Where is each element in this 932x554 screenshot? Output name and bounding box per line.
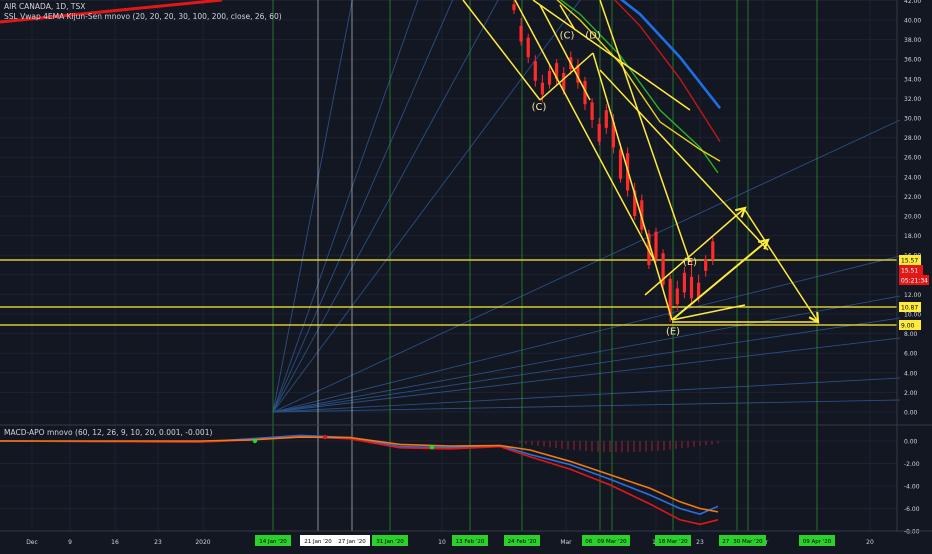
date-tag-label: 30 Mar '20 xyxy=(733,539,763,545)
price-axis-tick-label: 32.00 xyxy=(904,96,921,103)
candle-body xyxy=(682,272,686,293)
price-axis-tick-label: 40.00 xyxy=(904,18,921,25)
time-axis-tick-label: 20 xyxy=(866,539,874,546)
macd-cross-marker xyxy=(252,438,258,444)
date-tag-label: 13 Feb '20 xyxy=(456,539,485,545)
candle-body xyxy=(604,110,608,128)
candle-body xyxy=(704,259,708,271)
macd-axis-tick-label: -8.00 xyxy=(904,529,920,536)
macd-axis-tick-label: -6.00 xyxy=(904,506,920,513)
chart-canvas: (A)(C)(C)(D)(E)(E) 0.002.004.006.008.001… xyxy=(0,0,932,550)
indicator-legend: SSL Vwap 4EMA Kijun-Sen mnovo (20, 20, 2… xyxy=(4,12,282,21)
macd-cross-marker xyxy=(322,434,328,440)
price-axis-tick-label: 42.00 xyxy=(904,0,921,5)
wave-label: (E) xyxy=(666,327,680,338)
macd-axis-tick-label: -4.00 xyxy=(904,484,920,491)
candle-body xyxy=(512,4,516,11)
price-axis-tick-label: 10.00 xyxy=(904,312,921,319)
time-axis-tick-label: Mar xyxy=(560,539,572,546)
macd-axis-tick-label: 0.00 xyxy=(904,439,918,446)
wave-label: (C) xyxy=(532,102,547,113)
countdown-tag-label: 05:21:34 xyxy=(901,278,928,285)
candle-body xyxy=(618,149,623,179)
time-axis-tick-label: Dec xyxy=(26,539,38,546)
candle-body xyxy=(654,231,658,260)
price-axis-tick-label: 0.00 xyxy=(904,410,918,417)
candle-body xyxy=(675,288,679,305)
date-tag-label: 24 Feb '20 xyxy=(508,539,537,545)
price-axis-tick-label: 38.00 xyxy=(904,37,921,44)
last-price-tag-label: 15.51 xyxy=(901,268,918,275)
date-tag-label: 21 Jan '20 xyxy=(304,539,332,545)
candle-body xyxy=(590,102,594,120)
date-tag-label: 31 Jan '20 xyxy=(376,539,404,545)
candle-body xyxy=(711,241,715,261)
candle-body xyxy=(533,61,537,81)
price-axis-tick-label: 34.00 xyxy=(904,76,921,83)
time-axis-tick-label: 23 xyxy=(696,539,704,546)
price-axis-tick-label: 24.00 xyxy=(904,174,921,181)
wave-label: (D) xyxy=(585,31,601,42)
candle-body xyxy=(597,123,601,142)
price-axis-tick-label: 4.00 xyxy=(904,370,918,377)
chart-area[interactable]: (A)(C)(C)(D)(E)(E) 0.002.004.006.008.001… xyxy=(0,0,932,550)
date-tag-label: 09 Apr '20 xyxy=(803,539,832,545)
price-level-tag-label: 15.57 xyxy=(901,258,918,265)
price-axis-tick-label: 36.00 xyxy=(904,57,921,64)
time-axis-tick-label: 9 xyxy=(68,539,72,546)
date-tag-label: 18 Mar '20 xyxy=(658,539,688,545)
price-axis-tick-label: 22.00 xyxy=(904,194,921,201)
macd-legend: MACD-APO mnovo (60, 12, 26, 9, 10, 20, 0… xyxy=(4,428,213,437)
wave-label: (C) xyxy=(560,31,575,42)
price-axis-tick-label: 18.00 xyxy=(904,233,921,240)
price-axis-tick-label: 28.00 xyxy=(904,135,921,142)
macd-cross-marker xyxy=(429,444,435,450)
price-axis-tick-label: 6.00 xyxy=(904,351,918,358)
time-axis-tick-label: 10 xyxy=(438,539,446,546)
price-level-tag-label: 10.87 xyxy=(901,305,918,312)
macd-axis-tick-label: -2.00 xyxy=(904,461,920,468)
price-level-tag-label: 9.00 xyxy=(901,323,915,330)
price-axis-tick-label: 26.00 xyxy=(904,155,921,162)
date-tag-label: 14 Jan '20 xyxy=(259,539,287,545)
date-tag-label: 27 Jan '20 xyxy=(338,539,366,545)
price-axis-tick-label: 2.00 xyxy=(904,390,918,397)
price-axis-tick-label: 30.00 xyxy=(904,116,921,123)
price-axis-tick-label: 20.00 xyxy=(904,214,921,221)
time-axis-tick-label: 23 xyxy=(154,539,162,546)
candle-body xyxy=(547,70,552,85)
time-axis-tick-label: 2020 xyxy=(195,539,210,546)
candle-body xyxy=(526,37,530,58)
price-axis-tick-label: 12.00 xyxy=(904,292,921,299)
wave-label: (E) xyxy=(683,257,697,268)
candle-body xyxy=(519,25,523,42)
candle-body xyxy=(689,276,694,299)
price-axis-tick-label: 8.00 xyxy=(904,331,918,338)
time-axis-tick-label: 16 xyxy=(111,539,119,546)
candle-body xyxy=(540,82,544,95)
chart-symbol-title: AIR CANADA, 1D, TSX xyxy=(4,2,86,11)
date-tag-label: 09 Mar '20 xyxy=(597,539,627,545)
